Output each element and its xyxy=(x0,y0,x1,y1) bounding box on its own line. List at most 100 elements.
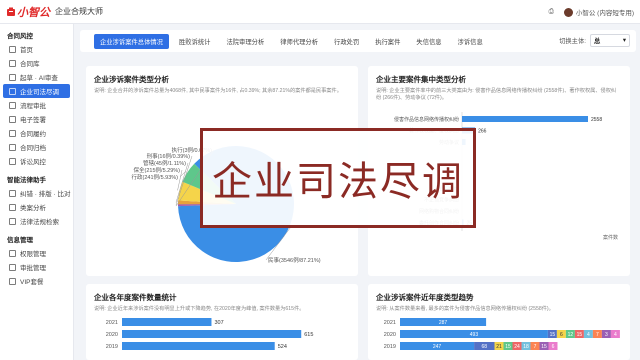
sidebar-item[interactable]: 企业司法尽调 xyxy=(3,84,70,98)
category-label: 2021 xyxy=(384,320,396,326)
tab[interactable]: 涉诉信息 xyxy=(452,34,489,49)
sidebar-item[interactable]: 法律法规检索 xyxy=(0,214,73,228)
card-title: 企业涉诉案件类型分析 xyxy=(94,75,169,84)
overlay-title: 企业司法尽调 xyxy=(212,159,464,205)
menu-item-icon xyxy=(9,73,16,81)
segment-value-label: 493 xyxy=(470,332,479,338)
sidebar-item[interactable]: 首页 xyxy=(0,42,73,56)
tab[interactable]: 失信信息 xyxy=(410,34,447,49)
sidebar-item-label: 纠错 · 排版 · 比对 xyxy=(20,191,71,198)
card-desc: 说明: 企业近年来涉诉案件没有明显上升或下降趋势, 在2020年度为峰值, 案件… xyxy=(94,306,305,312)
category-label: 侵害作品信息网络传播权纠纷 xyxy=(394,116,459,123)
sidebar-group-label: 合同风控 xyxy=(7,33,33,40)
tab[interactable]: 企业涉诉案件总体情况 xyxy=(94,33,169,49)
sidebar-item-label: 诉讼风控 xyxy=(20,159,46,166)
segment-value-label: 15 xyxy=(550,332,556,338)
tab[interactable]: 执行案件 xyxy=(369,34,406,49)
sidebar-item[interactable]: 权限管理 xyxy=(0,246,73,260)
category-label: 2019 xyxy=(384,344,396,350)
subject-switch: 切换主体: 总 ▾ xyxy=(559,34,630,47)
segment-value-label: 6 xyxy=(560,332,563,338)
user-name: 小智公 (内容短专用) xyxy=(575,9,634,17)
sidebar-item-label: 权限管理 xyxy=(20,251,46,258)
sidebar-item-label: 起草 · AI审查 xyxy=(20,75,58,82)
yearly-types-card: 企业涉诉案件近年度类型趋势 说明: 从案件数量来看, 最多的案件为侵害作品信息网… xyxy=(368,284,630,360)
segment-value-label: 68 xyxy=(482,344,488,350)
logo-icon xyxy=(7,7,15,16)
menu-item-icon xyxy=(9,189,16,197)
segment-value-label: 24 xyxy=(514,344,520,350)
category-label: 2021 xyxy=(106,320,118,326)
menu-item-icon xyxy=(9,87,16,95)
bar-value-label: 266 xyxy=(478,129,487,135)
menu-item-icon xyxy=(9,277,16,285)
sidebar-item[interactable]: 类案分析 xyxy=(0,200,73,214)
tab[interactable]: 行政处罚 xyxy=(328,34,365,49)
menu-item-icon xyxy=(9,45,16,53)
sidebar-item-label: VIP套餐 xyxy=(20,279,44,286)
logo[interactable]: 小智公 企业合规大师 xyxy=(6,4,103,20)
bar xyxy=(122,318,212,326)
sidebar-item-label: 合同履约 xyxy=(20,131,46,138)
tab-bar: 企业涉诉案件总体情况 胜败诉统计 法院审理分析 律师代理分析 行政处罚 执行案件 失信信息涉… xyxy=(80,30,636,52)
segment-value-label: 12 xyxy=(568,332,574,338)
bar xyxy=(122,330,302,338)
tab[interactable]: 律师代理分析 xyxy=(274,34,324,49)
card-desc: 说明: 企业合并的涉诉案件总量为4068件, 其中民事案件为16件, 占0.39… xyxy=(94,88,342,94)
tab[interactable]: 法院审理分析 xyxy=(220,34,270,49)
avatar xyxy=(563,8,573,18)
yearly-card: 企业各年度案件数量统计 说明: 企业近年来涉诉案件没有明显上升或下降趋势, 在2… xyxy=(86,284,358,360)
pie-label: 保全(215例/5.29%) xyxy=(134,166,181,174)
bar-value-label: 615 xyxy=(304,332,313,338)
sidebar-item[interactable]: 诉讼风控 xyxy=(0,154,73,168)
menu-item-icon xyxy=(9,101,16,109)
segment-value-label: 6 xyxy=(552,344,555,350)
card-title: 企业主要案件集中类型分析 xyxy=(376,75,466,84)
top-bar: 小智公 企业合规大师 ⎙ 小智公 (内容短专用) xyxy=(0,0,640,24)
bar-value-label: 524 xyxy=(278,344,287,350)
pie-label: 刑事(16例/0.39%) xyxy=(147,152,191,160)
sidebar-item[interactable]: VIP套餐 xyxy=(0,274,73,288)
sidebar-item[interactable]: 合同履约 xyxy=(0,126,73,140)
menu-item-icon xyxy=(9,129,16,137)
pie-label: 行政(241例/5.93%) xyxy=(132,173,179,181)
yearly-bar-chart: 2021 307 2020 615 2019 524 xyxy=(106,318,313,350)
category-label: 2019 xyxy=(106,344,118,350)
stacked-bar-chart: 2021 2872020 493 15 6 12 15 4 7 3 42019 247 68 21 15 24… xyxy=(384,318,620,350)
segment-value-label: 7 xyxy=(596,332,599,338)
sidebar-item[interactable]: 合同归档 xyxy=(0,140,73,154)
sidebar-item[interactable]: 流程审批 xyxy=(0,98,73,112)
sidebar-item[interactable]: 合同库 xyxy=(0,56,73,70)
sidebar-item-label: 合同库 xyxy=(20,61,40,68)
card-desc: 说明: 企业主要案件率中的前三大类案由为: 侵害作品信息网络传播权纠纷 (255… xyxy=(376,88,617,102)
sidebar-item-label: 电子签署 xyxy=(20,117,46,124)
sidebar-item-label: 企业司法尽调 xyxy=(20,89,59,96)
sidebar-item[interactable]: 电子签署 xyxy=(0,112,73,126)
sidebar-item[interactable]: 起草 · AI审查 xyxy=(0,70,73,84)
card-title: 企业各年度案件数量统计 xyxy=(94,293,177,302)
tab[interactable]: 胜败诉统计 xyxy=(173,34,216,49)
bar-value-label: 307 xyxy=(214,320,223,326)
sidebar-item[interactable]: 纠错 · 排版 · 比对 xyxy=(0,186,73,200)
menu-item-icon xyxy=(9,263,16,271)
sidebar-item[interactable]: 审批管理 xyxy=(0,260,73,274)
print-icon[interactable]: ⎙ xyxy=(549,8,554,16)
subject-select[interactable]: 总 ▾ xyxy=(590,34,630,47)
segment-value-label: 4 xyxy=(614,332,617,338)
app-title: 企业合规大师 xyxy=(55,7,103,16)
segment-value-label: 15 xyxy=(541,344,547,350)
x-axis-label: 案件数 xyxy=(603,234,618,241)
sidebar-item-label: 类案分析 xyxy=(20,205,46,212)
segment-value-label: 21 xyxy=(496,344,502,350)
menu-item-icon xyxy=(9,59,16,67)
chevron-down-icon: ▾ xyxy=(622,37,626,44)
sidebar: 合同风控首页合同库起草 · AI审查 企业司法尽调 流程审批电子签署合同履约合同归档… xyxy=(0,24,74,360)
bar xyxy=(122,342,275,350)
sidebar-group-label: 信息管理 xyxy=(7,237,33,244)
sidebar-item-label: 流程审批 xyxy=(20,103,46,110)
segment-value-label: 18 xyxy=(523,344,529,350)
segment-value-label: 15 xyxy=(505,344,511,350)
title-overlay: 企业司法尽调 xyxy=(200,128,476,228)
menu-item-icon xyxy=(9,143,16,151)
user-menu[interactable]: 小智公 (内容短专用) xyxy=(563,7,634,18)
